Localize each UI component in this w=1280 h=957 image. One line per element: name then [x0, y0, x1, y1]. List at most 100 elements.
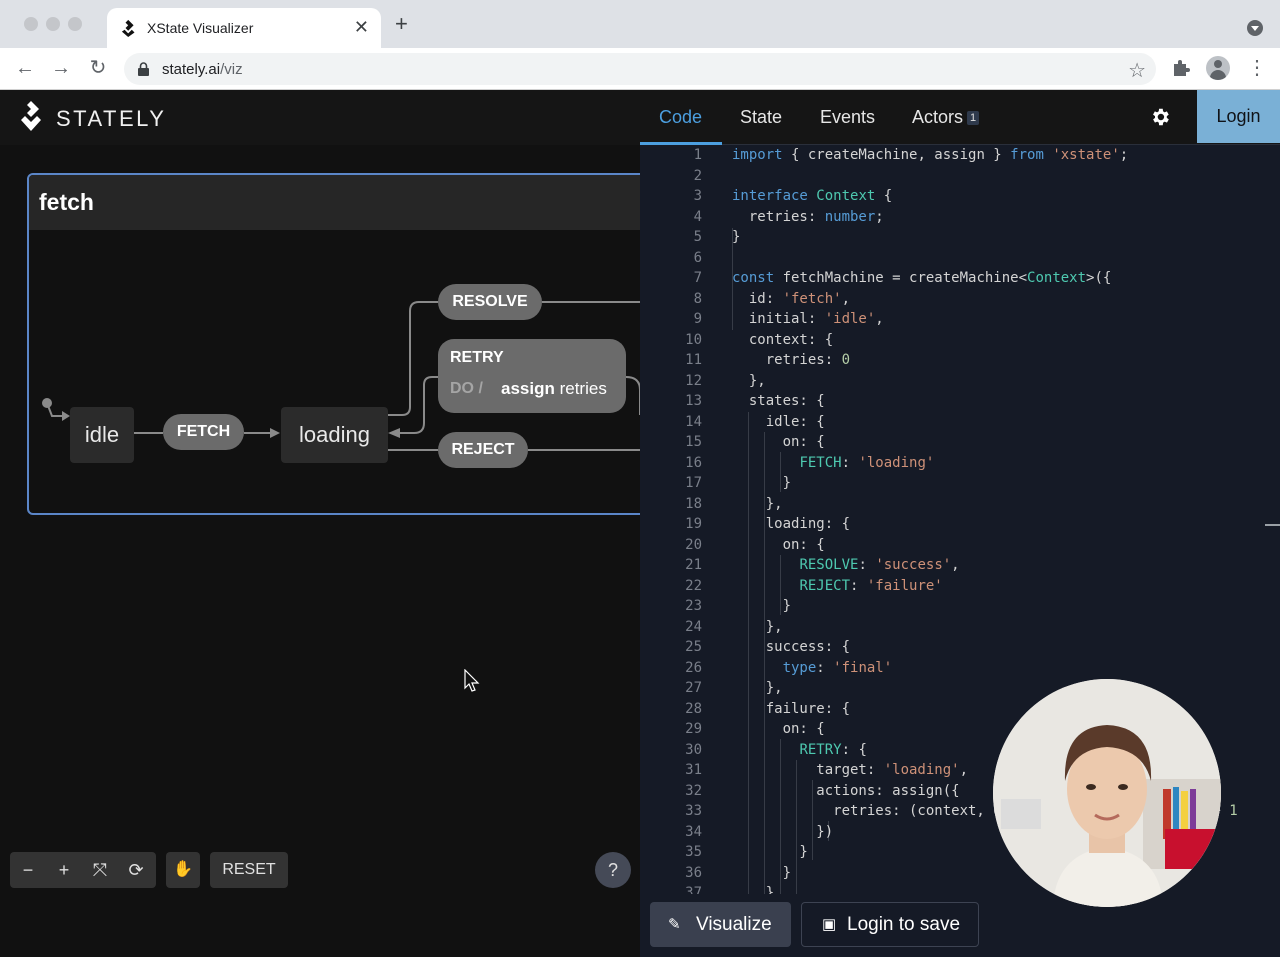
code-line[interactable]: 9 initial: 'idle', [640, 309, 1280, 330]
login-to-save-button[interactable]: ▣ Login to save [801, 902, 979, 947]
code-line[interactable]: 18 }, [640, 494, 1280, 515]
code-line[interactable]: 13 states: { [640, 391, 1280, 412]
reset-button[interactable]: RESET [210, 852, 288, 888]
line-number: 24 [685, 618, 702, 635]
line-number: 16 [685, 454, 702, 471]
line-number: 15 [685, 434, 702, 450]
extensions-puzzle-icon[interactable] [1170, 57, 1192, 79]
code-text: on: { [732, 434, 825, 450]
code-line[interactable]: 12 }, [640, 371, 1280, 392]
code-text: interface Context { [732, 188, 893, 204]
browser-tab-strip: XState Visualizer ✕ + [0, 0, 1280, 48]
panel-footer: ✎ Visualize ▣ Login to save [640, 894, 1280, 957]
url-text: stately.ai/viz [162, 61, 243, 78]
code-line[interactable]: 15 on: { [640, 432, 1280, 453]
code-line[interactable]: 14 idle: { [640, 412, 1280, 433]
code-line[interactable]: 3 interface Context { [640, 186, 1280, 207]
code-text: type: 'final' [782, 659, 893, 676]
event-retry[interactable]: RETRY DO / assign retries [438, 339, 626, 413]
code-line[interactable]: 22 REJECT: 'failure' [640, 576, 1280, 597]
zoom-controls: − + ⤧ ⟳ [10, 852, 156, 888]
code-line[interactable]: 11 retries: 0 [640, 350, 1280, 371]
code-line[interactable]: 20 on: { [640, 535, 1280, 556]
code-text: id: 'fetch', [732, 290, 851, 307]
code-line[interactable]: 21 RESOLVE: 'success', [640, 555, 1280, 576]
window-minimize-dot[interactable] [46, 17, 60, 31]
code-line[interactable]: 7 const fetchMachine = createMachine<Cont… [640, 268, 1280, 289]
window-maximize-dot[interactable] [68, 17, 82, 31]
code-text: actions: assign({ [732, 782, 960, 799]
visualize-button[interactable]: ✎ Visualize [650, 902, 791, 947]
code-line[interactable]: 16 FETCH: 'loading' [640, 453, 1280, 474]
event-reject[interactable]: REJECT [438, 432, 528, 468]
code-line[interactable]: 10 context: { [640, 330, 1280, 351]
pan-hand-icon[interactable]: ✋ [166, 852, 200, 888]
line-number: 3 [693, 188, 702, 204]
zoom-out-icon[interactable]: − [10, 852, 46, 888]
login-button[interactable]: Login [1197, 90, 1280, 143]
code-line[interactable]: 37 } [640, 883, 1280, 894]
line-number: 31 [685, 762, 702, 778]
presenter-video-image [993, 679, 1221, 907]
tab-search-icon[interactable] [1247, 20, 1263, 36]
tab-events[interactable]: Events [820, 107, 875, 128]
code-text: context: { [732, 331, 834, 348]
new-tab-icon[interactable]: + [395, 13, 408, 35]
line-number: 30 [685, 741, 702, 758]
address-bar[interactable]: stately.ai/viz ☆ [124, 53, 1156, 85]
line-number: 14 [685, 413, 702, 430]
window-close-dot[interactable] [24, 17, 38, 31]
line-number: 6 [693, 249, 702, 266]
line-number: 10 [685, 331, 702, 348]
reset-view-icon[interactable]: ⟳ [118, 852, 154, 888]
browser-menu-icon[interactable]: ⋮ [1247, 56, 1267, 80]
tab-actors[interactable]: Actors 1 [912, 107, 980, 128]
fit-to-view-icon[interactable]: ⤧ [82, 852, 118, 888]
code-line[interactable]: 23 } [640, 596, 1280, 617]
event-fetch[interactable]: FETCH [163, 414, 244, 450]
visualizer-canvas[interactable]: fetch idle FETCH loading RESOLVE RETRY D… [0, 145, 640, 957]
code-line[interactable]: 1 import { createMachine, assign } from '… [640, 146, 1280, 166]
line-number: 25 [685, 639, 702, 655]
code-line[interactable]: 5} [640, 227, 1280, 248]
tab-code[interactable]: Code [659, 107, 702, 128]
back-arrow-icon[interactable]: ← [13, 56, 37, 80]
forward-arrow-icon[interactable]: → [49, 56, 73, 80]
code-text: failure: { [732, 700, 851, 717]
lock-icon [138, 62, 149, 76]
line-number: 8 [693, 290, 702, 307]
bookmark-star-icon[interactable]: ☆ [1128, 58, 1146, 83]
line-number: 35 [685, 844, 702, 860]
line-number: 21 [685, 557, 702, 573]
line-number: 29 [685, 721, 702, 737]
code-text: success: { [732, 639, 851, 655]
line-number: 12 [685, 372, 702, 389]
line-number: 18 [685, 495, 702, 512]
line-number: 7 [693, 270, 702, 286]
code-line[interactable]: 2 [640, 166, 1280, 187]
help-button[interactable]: ? [595, 852, 631, 888]
gear-icon[interactable] [1149, 106, 1171, 128]
code-text: states: { [732, 393, 825, 409]
profile-avatar-icon[interactable] [1206, 56, 1230, 80]
code-line[interactable]: 19 loading: { [640, 514, 1280, 535]
tab-state[interactable]: State [740, 107, 782, 128]
code-text: idle: { [732, 413, 825, 430]
browser-tab[interactable]: XState Visualizer ✕ [107, 8, 381, 48]
line-number: 11 [685, 352, 702, 368]
code-line[interactable]: 24 }, [640, 617, 1280, 638]
reload-icon[interactable]: ↻ [86, 56, 110, 80]
zoom-in-icon[interactable]: + [46, 852, 82, 888]
code-line[interactable]: 17 } [640, 473, 1280, 494]
code-line[interactable]: 27 }, [640, 678, 1280, 699]
code-line[interactable]: 26 type: 'final' [640, 658, 1280, 679]
event-resolve[interactable]: RESOLVE [438, 284, 542, 320]
close-tab-icon[interactable]: ✕ [354, 17, 369, 38]
code-line[interactable]: 4 retries: number; [640, 207, 1280, 228]
code-line[interactable]: 8 id: 'fetch', [640, 289, 1280, 310]
state-idle[interactable]: idle [70, 407, 134, 463]
code-line[interactable]: 6 [640, 248, 1280, 269]
code-line[interactable]: 25 success: { [640, 637, 1280, 658]
state-loading[interactable]: loading [281, 407, 388, 463]
code-text: }, [732, 372, 766, 389]
